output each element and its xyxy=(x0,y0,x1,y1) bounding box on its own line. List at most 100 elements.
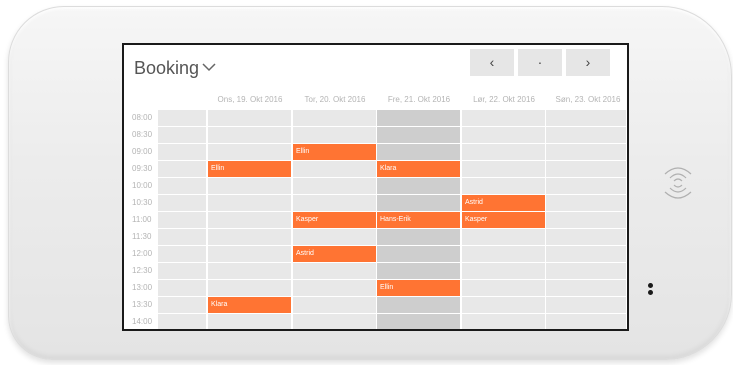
time-slot[interactable] xyxy=(546,144,626,160)
time-label: 14:00 xyxy=(132,317,153,326)
time-slot[interactable] xyxy=(208,195,291,211)
time-slot[interactable] xyxy=(462,246,545,262)
time-slot[interactable] xyxy=(208,280,291,296)
time-slot[interactable] xyxy=(208,144,291,160)
time-slot[interactable] xyxy=(546,212,626,228)
time-slot[interactable] xyxy=(293,127,376,143)
time-slot[interactable] xyxy=(546,110,626,126)
time-slot[interactable] xyxy=(377,178,460,194)
time-slot[interactable] xyxy=(293,263,376,279)
time-label: 10:30 xyxy=(132,198,153,207)
time-slot[interactable] xyxy=(546,297,626,313)
time-slot[interactable] xyxy=(462,297,545,313)
time-slot xyxy=(158,161,206,177)
time-slot xyxy=(158,178,206,194)
time-slot[interactable] xyxy=(546,161,626,177)
time-label: 12:00 xyxy=(132,249,153,258)
prev-button[interactable]: ‹ xyxy=(470,49,514,76)
time-slot[interactable] xyxy=(208,212,291,228)
time-slot[interactable] xyxy=(546,178,626,194)
time-slot xyxy=(158,195,206,211)
time-slot[interactable] xyxy=(377,229,460,245)
booking-event[interactable]: Klara xyxy=(208,297,291,313)
booking-event[interactable]: Astrid xyxy=(293,246,376,262)
indicator-dot xyxy=(648,283,653,288)
time-slot[interactable] xyxy=(293,229,376,245)
time-slot xyxy=(158,144,206,160)
time-slot[interactable] xyxy=(546,246,626,262)
time-slot[interactable] xyxy=(546,195,626,211)
time-slot[interactable] xyxy=(208,127,291,143)
time-slot[interactable] xyxy=(377,314,460,329)
time-slot[interactable] xyxy=(208,110,291,126)
booking-event[interactable]: Klara xyxy=(377,161,460,177)
time-slot[interactable] xyxy=(546,314,626,329)
booking-event[interactable]: Hans-Erik xyxy=(377,212,460,228)
time-slot[interactable] xyxy=(462,144,545,160)
time-slot[interactable] xyxy=(462,263,545,279)
time-slot[interactable] xyxy=(546,280,626,296)
header: Booking ‹ · › xyxy=(124,45,627,83)
time-slot[interactable] xyxy=(462,110,545,126)
time-label: 11:30 xyxy=(132,232,152,241)
time-slot[interactable] xyxy=(462,314,545,329)
time-slot[interactable] xyxy=(377,110,460,126)
time-slot[interactable] xyxy=(546,263,626,279)
time-slot[interactable] xyxy=(293,297,376,313)
indicator-dot xyxy=(648,290,653,295)
today-button[interactable]: · xyxy=(518,49,562,76)
time-slot[interactable] xyxy=(462,229,545,245)
time-slot[interactable] xyxy=(208,263,291,279)
time-slot[interactable] xyxy=(293,161,376,177)
time-slot[interactable] xyxy=(462,127,545,143)
day-header: Søn, 23. Okt 2016 xyxy=(555,95,621,104)
time-slot xyxy=(158,212,206,228)
time-slot[interactable] xyxy=(377,246,460,262)
time-slot[interactable] xyxy=(208,229,291,245)
time-slot[interactable] xyxy=(293,178,376,194)
time-slot[interactable] xyxy=(293,110,376,126)
time-slot[interactable] xyxy=(377,144,460,160)
time-slot[interactable] xyxy=(462,280,545,296)
time-label: 11:00 xyxy=(132,215,152,224)
chevron-down-icon[interactable] xyxy=(200,60,218,74)
time-slot[interactable] xyxy=(293,195,376,211)
time-slot[interactable] xyxy=(377,195,460,211)
time-slot[interactable] xyxy=(208,178,291,194)
nfc-reader-icon xyxy=(664,167,692,199)
booking-event[interactable]: Astrid xyxy=(462,195,545,211)
time-slot[interactable] xyxy=(377,127,460,143)
time-label: 09:30 xyxy=(132,164,153,173)
booking-event[interactable]: Kasper xyxy=(293,212,376,228)
time-slot xyxy=(158,246,206,262)
booking-event[interactable]: Ellin xyxy=(293,144,376,160)
time-slot[interactable] xyxy=(377,297,460,313)
time-slot[interactable] xyxy=(462,161,545,177)
time-label: 08:00 xyxy=(132,113,153,122)
time-slot[interactable] xyxy=(293,280,376,296)
time-slot[interactable] xyxy=(546,127,626,143)
day-header: Fre, 21. Okt 2016 xyxy=(387,95,451,104)
time-slot xyxy=(158,229,206,245)
day-header: Ons, 19. Okt 2016 xyxy=(217,95,283,104)
time-label: 13:30 xyxy=(132,300,153,309)
time-slot[interactable] xyxy=(377,263,460,279)
time-slot xyxy=(158,263,206,279)
next-button[interactable]: › xyxy=(566,49,610,76)
time-slot[interactable] xyxy=(546,229,626,245)
booking-screen: Booking ‹ · › Ons, 19. Okt 2016 Tor, 20. … xyxy=(122,43,629,331)
time-label: 12:30 xyxy=(132,266,153,275)
day-header: Lør, 22. Okt 2016 xyxy=(473,95,535,104)
time-slot[interactable] xyxy=(208,314,291,329)
booking-event[interactable]: Kasper xyxy=(462,212,545,228)
time-slot xyxy=(158,314,206,329)
time-slot xyxy=(158,127,206,143)
time-slot[interactable] xyxy=(208,246,291,262)
time-slot[interactable] xyxy=(293,314,376,329)
time-label: 13:00 xyxy=(132,283,153,292)
booking-event[interactable]: Ellin xyxy=(208,161,291,177)
time-slot xyxy=(158,297,206,313)
time-label: 08:30 xyxy=(132,130,153,139)
time-slot[interactable] xyxy=(462,178,545,194)
booking-event[interactable]: Ellin xyxy=(377,280,460,296)
